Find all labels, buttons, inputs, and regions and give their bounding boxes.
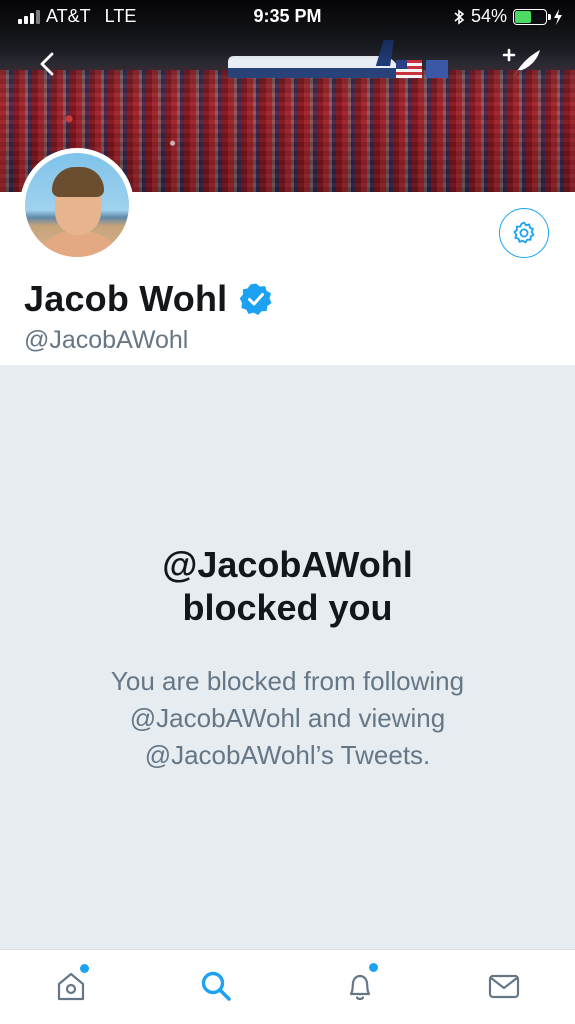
profile-handle: @JacobAWohl xyxy=(24,326,189,354)
notifications-dot xyxy=(369,963,378,972)
avatar-image xyxy=(25,153,129,257)
blocked-title-text: blocked you xyxy=(182,587,393,628)
bluetooth-icon xyxy=(454,8,465,25)
messages-icon xyxy=(488,974,520,999)
battery-icon xyxy=(513,8,551,25)
profile-display-name: Jacob Wohl xyxy=(24,278,273,320)
blocked-notice: @JacobAWohl blocked you You are blocked … xyxy=(0,365,575,949)
battery-fill xyxy=(515,10,532,23)
tab-bar xyxy=(0,949,575,1024)
blocked-title: @JacobAWohl blocked you xyxy=(0,543,575,629)
gear-icon xyxy=(513,221,535,244)
notifications-icon xyxy=(349,974,371,1001)
search-icon xyxy=(201,971,231,1001)
tab-messages[interactable] xyxy=(482,964,526,1008)
battery-percent: 54% xyxy=(470,6,507,26)
banner-flag-image xyxy=(426,60,448,78)
tab-home[interactable] xyxy=(49,964,93,1008)
flag-image xyxy=(396,60,422,78)
tab-notifications[interactable] xyxy=(338,963,382,1008)
compose-tweet-button[interactable] xyxy=(500,44,546,80)
compose-tweet-icon xyxy=(502,48,540,76)
charging-icon xyxy=(554,8,562,25)
home-notification-dot xyxy=(80,964,89,973)
display-name-text: Jacob Wohl xyxy=(24,278,228,319)
home-icon xyxy=(57,972,85,1001)
tab-search[interactable] xyxy=(194,964,238,1008)
blocked-title-handle: @JacobAWohl xyxy=(162,544,413,585)
profile-settings-button[interactable] xyxy=(499,208,549,258)
avatar[interactable] xyxy=(20,148,134,262)
status-bar: AT&T LTE 9:35 PM 54% xyxy=(0,0,575,34)
status-right: 54% xyxy=(453,6,563,27)
back-button[interactable] xyxy=(30,46,66,82)
verified-badge-icon xyxy=(240,283,272,315)
blocked-description: You are blocked from following @JacobAWo… xyxy=(110,666,465,770)
chevron-left-icon xyxy=(40,52,54,76)
